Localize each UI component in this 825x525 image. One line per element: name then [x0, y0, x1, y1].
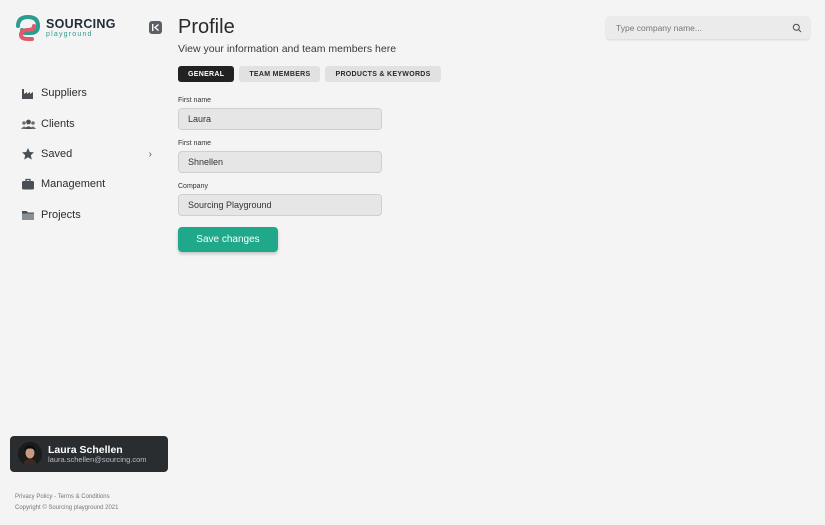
sidebar-item-clients[interactable]: Clients: [20, 108, 160, 138]
brand-logo[interactable]: SOURCING playground: [14, 14, 116, 42]
people-icon: [20, 116, 36, 132]
first-name-label: First name: [178, 97, 212, 104]
folder-icon: [20, 207, 36, 223]
factory-icon: [20, 85, 36, 101]
tab-general[interactable]: GENERAL: [178, 66, 235, 82]
brand-subtitle: playground: [46, 31, 93, 39]
avatar: [18, 442, 42, 466]
search-input[interactable]: [606, 16, 786, 39]
star-icon: [20, 146, 36, 162]
chevron-right-icon[interactable]: ›: [149, 149, 152, 160]
sidebar-item-label: Suppliers: [41, 87, 87, 100]
user-email: laura.schellen@sourcing.com: [48, 454, 147, 464]
page-title: Profile: [178, 16, 235, 38]
search-icon[interactable]: [792, 23, 802, 33]
privacy-policy-link[interactable]: Privacy Policy: [15, 494, 52, 500]
page-subtitle: View your information and team members h…: [178, 43, 397, 55]
sidebar-item-suppliers[interactable]: Suppliers: [20, 78, 160, 108]
profile-tabs: GENERAL TEAM MEMBERS PRODUCTS & KEYWORDS: [178, 66, 441, 82]
last-name-label: First name: [178, 140, 212, 147]
briefcase-icon: [20, 176, 36, 192]
collapse-sidebar-button[interactable]: [149, 21, 162, 34]
sidebar-item-management[interactable]: Management: [20, 169, 160, 199]
sidebar-item-label: Projects: [41, 208, 81, 221]
sidebar-item-label: Clients: [41, 117, 75, 130]
sidebar-item-projects[interactable]: Projects: [20, 200, 160, 230]
terms-link[interactable]: Terms & Conditions: [58, 494, 110, 500]
sidebar-footer: Privacy Policy - Terms & Conditions Copy…: [15, 492, 119, 513]
logo-icon: [16, 14, 41, 41]
copyright-text: Copyright © Sourcing playground 2021: [15, 504, 119, 511]
save-changes-button[interactable]: Save changes: [178, 227, 278, 252]
tab-team-members[interactable]: TEAM MEMBERS: [239, 66, 321, 82]
collapse-icon: [152, 23, 159, 32]
brand-title: SOURCING: [46, 16, 116, 31]
company-search: [606, 16, 810, 39]
last-name-input[interactable]: [178, 151, 382, 173]
company-label: Company: [178, 183, 208, 190]
sidebar-item-saved[interactable]: Saved ›: [20, 139, 160, 169]
user-card[interactable]: Laura Schellen laura.schellen@sourcing.c…: [10, 436, 168, 472]
sidebar-item-label: Management: [41, 178, 106, 191]
tab-products-keywords[interactable]: PRODUCTS & KEYWORDS: [325, 66, 441, 82]
first-name-input[interactable]: [178, 108, 382, 130]
user-name: Laura Schellen: [48, 443, 123, 456]
sidebar-item-label: Saved: [41, 147, 73, 160]
sidebar-nav: Suppliers Clients Saved › Management Pro…: [20, 78, 160, 230]
company-input[interactable]: [178, 194, 382, 216]
